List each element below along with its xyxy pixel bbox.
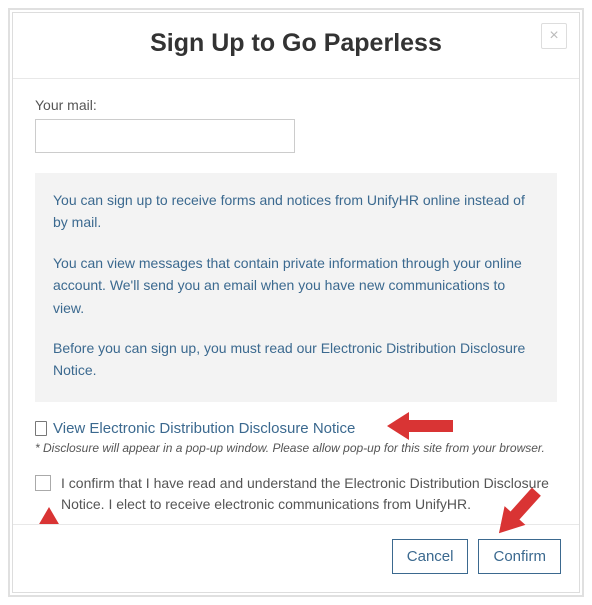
mail-label: Your mail: xyxy=(35,97,557,113)
info-text-3: Before you can sign up, you must read ou… xyxy=(53,337,539,382)
info-text-1: You can sign up to receive forms and not… xyxy=(53,189,539,234)
view-disclosure-link[interactable]: View Electronic Distribution Disclosure … xyxy=(53,420,355,437)
modal-footer: Cancel Confirm xyxy=(13,524,579,592)
mail-input[interactable] xyxy=(35,119,295,153)
close-button[interactable]: × xyxy=(541,23,567,49)
modal-header: Sign Up to Go Paperless × xyxy=(13,13,579,79)
annotation-arrow-link xyxy=(387,406,459,446)
confirm-row: I confirm that I have read and understan… xyxy=(35,473,557,515)
info-panel: You can sign up to receive forms and not… xyxy=(35,173,557,402)
confirm-checkbox[interactable] xyxy=(35,475,51,491)
document-icon xyxy=(35,421,47,436)
info-text-2: You can view messages that contain priva… xyxy=(53,252,539,319)
disclosure-link-row: View Electronic Distribution Disclosure … xyxy=(35,420,557,437)
confirm-button[interactable]: Confirm xyxy=(478,539,561,574)
cancel-button[interactable]: Cancel xyxy=(392,539,469,574)
paperless-modal: Sign Up to Go Paperless × Your mail: You… xyxy=(12,12,580,593)
disclosure-disclaimer: * Disclosure will appear in a pop-up win… xyxy=(35,441,557,455)
modal-title: Sign Up to Go Paperless xyxy=(33,29,559,58)
modal-body: Your mail: You can sign up to receive fo… xyxy=(13,79,579,524)
screenshot-frame: Sign Up to Go Paperless × Your mail: You… xyxy=(8,8,584,597)
confirm-text: I confirm that I have read and understan… xyxy=(61,473,557,515)
